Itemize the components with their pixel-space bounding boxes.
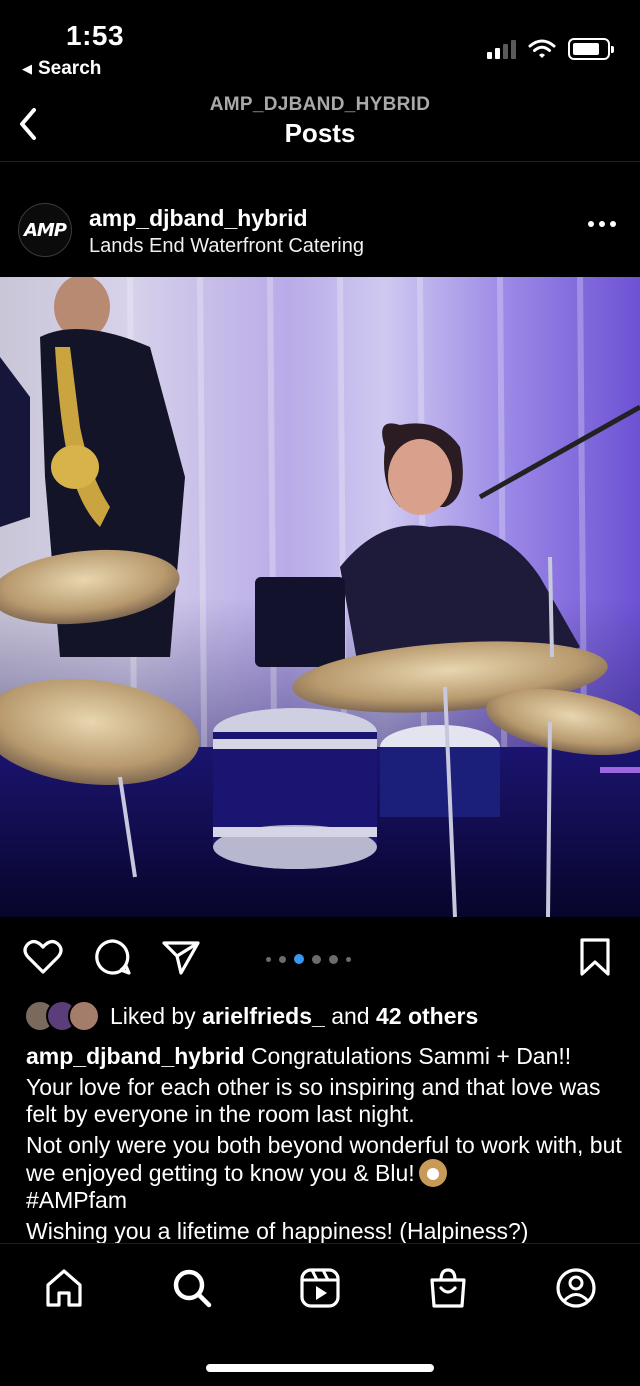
like-heart-icon[interactable] <box>22 936 64 978</box>
home-indicator[interactable] <box>206 1364 434 1372</box>
caption-line: Your love for each other is so inspiring… <box>26 1074 601 1127</box>
post-photo[interactable] <box>0 277 640 917</box>
instagram-post-screen: 1:53 ◀ Search AMP_DJBAND_HYBRID Posts AM… <box>0 0 640 1386</box>
battery-icon <box>568 38 614 60</box>
likes-prefix: Liked by <box>110 1002 196 1029</box>
post-action-bar <box>0 930 640 986</box>
post-header: AMP amp_djband_hybrid Lands End Waterfro… <box>0 195 640 273</box>
save-bookmark-icon[interactable] <box>574 936 616 978</box>
profile-icon[interactable] <box>554 1266 598 1310</box>
carousel-dot-active <box>294 954 304 964</box>
profile-username-subtitle: AMP_DJBAND_HYBRID <box>209 94 431 115</box>
post-username[interactable]: amp_djband_hybrid <box>89 205 308 232</box>
post-avatar[interactable]: AMP <box>18 203 72 257</box>
avatar-logo-text: AMP <box>23 219 67 241</box>
caption-line: Not only were you both beyond wonderful … <box>26 1132 626 1187</box>
liker-username[interactable]: arielfrieds_ <box>202 1003 325 1029</box>
likes-text: Liked by arielfrieds_ and 42 others <box>110 1003 478 1030</box>
dog-emoji-icon <box>418 1159 447 1187</box>
carousel-indicator <box>266 954 351 964</box>
post-caption: amp_djband_hybrid Congratulations Sammi … <box>26 1043 626 1249</box>
shop-icon[interactable] <box>426 1266 470 1310</box>
page-title: Posts <box>284 118 356 148</box>
caption-text: Congratulations Sammi + Dan!! <box>250 1043 572 1069</box>
likes-others-count[interactable]: 42 others <box>376 1003 478 1029</box>
status-icons <box>487 38 614 60</box>
carousel-dot <box>329 954 338 964</box>
drummer-photo-illustration <box>0 277 640 917</box>
wifi-icon <box>528 39 556 58</box>
caption-username[interactable]: amp_djband_hybrid <box>26 1043 245 1069</box>
post-location[interactable]: Lands End Waterfront Catering <box>89 235 364 258</box>
cellular-signal-icon <box>487 39 516 59</box>
back-triangle-icon: ◀ <box>22 61 32 76</box>
search-icon[interactable] <box>170 1266 214 1310</box>
liked-by-avatars <box>24 1000 104 1032</box>
bottom-tab-bar <box>0 1243 640 1386</box>
back-to-search-link[interactable]: ◀ Search <box>22 58 101 80</box>
status-bar: 1:53 ◀ Search <box>0 0 640 90</box>
back-to-search-label: Search <box>38 58 102 79</box>
liker-avatar <box>68 1000 100 1032</box>
carousel-dot <box>346 956 351 962</box>
likes-row[interactable]: Liked by arielfrieds_ and 42 others <box>24 998 478 1034</box>
caption-line: amp_djband_hybrid Congratulations Sammi … <box>26 1043 626 1070</box>
carousel-dot <box>266 956 271 962</box>
nav-header: AMP_DJBAND_HYBRID Posts <box>0 90 640 162</box>
carousel-dot <box>279 955 286 963</box>
caption-hashtag[interactable]: #AMPfam <box>26 1187 626 1214</box>
caption-text: Not only were you both beyond wonderful … <box>26 1132 622 1186</box>
carousel-dot <box>312 954 321 964</box>
share-paper-plane-icon[interactable] <box>160 936 202 978</box>
likes-and: and <box>331 1002 370 1029</box>
status-time: 1:53 <box>66 20 125 51</box>
reels-icon[interactable] <box>298 1266 342 1310</box>
comment-bubble-icon[interactable] <box>92 936 134 978</box>
caption-line: Wishing you a lifetime of happiness! (Ha… <box>26 1218 529 1244</box>
more-options-icon[interactable] <box>588 221 616 227</box>
home-icon[interactable] <box>42 1266 86 1310</box>
